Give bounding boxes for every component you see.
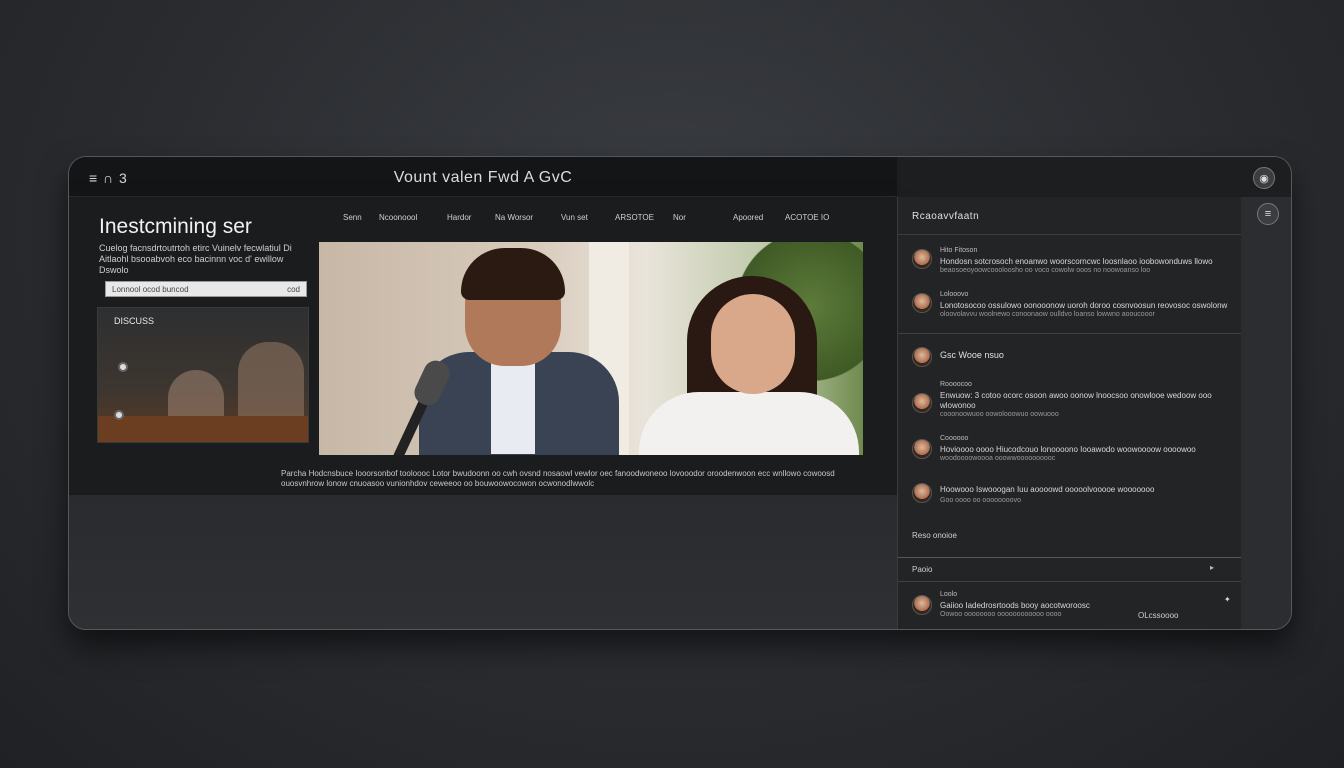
table-image [98,416,308,442]
comment-author: Coooooo [940,435,969,442]
page-title: Inestcmining ser [99,215,252,238]
divider [898,333,1242,334]
reply-icon[interactable]: ✦ [1224,595,1231,604]
comment-author: Lolooovo [940,291,969,298]
avatar [912,439,932,459]
panel-arrow-icon[interactable]: ▸ [1210,563,1214,572]
comment-text: Hovioooo oooo Hiucodcouo lonoooono Iooaw… [940,445,1196,454]
nav-item[interactable]: Nor [673,213,686,222]
app-window: ≡ ∩ 3 Vount valen Fwd A GvC ◉ Inestcmini… [68,156,1292,630]
man-shirt [491,354,535,454]
page-description: Cuelog facnsdrtoutrtoh etirc Vuinelv fec… [99,243,292,275]
nav-item[interactable]: Na Worsor [495,213,533,222]
see-more-link[interactable]: Reso onoioe [912,531,957,540]
comment-author: Roooocoo [940,381,972,388]
discuss-label: DISCUSS [114,316,155,326]
avatar [912,595,932,615]
title-bar: ≡ ∩ 3 Vount valen Fwd A GvC [69,157,897,197]
avatar [912,483,932,503]
avatar [912,347,932,367]
nav-item[interactable]: Senn [343,213,362,222]
nav-item[interactable]: Vun set [561,213,588,222]
nav-item[interactable]: ACOTOE IO [785,213,829,222]
comment-text: Hondosn sotcrosoch enoanwo woorscorncwc … [940,257,1213,266]
comment-meta: Goo oooo oo oooooooovo [940,497,1021,504]
sidebar-header: Rcaoavvfaatn [898,197,1242,235]
woman-figure [639,392,859,455]
comment-author: Loolo [940,591,958,598]
hero-image[interactable] [319,242,863,455]
comment-author: Hito Fitoson [940,247,978,254]
section-title: Gsc Wooe nsuo [940,350,1004,360]
comment-text: Lonotosocoo ossulowo oonooonow uoroh dor… [940,301,1228,310]
nav-item[interactable]: ARSOTOE [615,213,654,222]
search-input-suffix: cod [287,285,300,294]
user-icon[interactable]: ≡ [1257,203,1279,225]
woman-face [711,294,795,394]
window-title: Vount valen Fwd A GvC [393,169,573,186]
nav-item[interactable]: Apoored [733,213,763,222]
right-toolbar: ≡ [1241,197,1291,629]
comment-tag: OLcssoooo [1138,611,1179,620]
divider [898,581,1242,582]
comments-sidebar: Rcaoavvfaatn Hito Fitoson Hondosn sotcro… [897,197,1242,629]
sidebar-title: Rcaoavvfaatn [912,211,980,222]
discuss-thumbnail[interactable]: DISCUSS [97,307,309,443]
right-title-bar: ◉ [897,157,1291,197]
avatar [912,249,932,269]
avatar [912,293,932,313]
lower-panel [69,495,897,629]
avatar [912,393,932,413]
comment-meta: oloovolavvu woolnewo conoonaow oulldvo l… [940,311,1155,318]
nav-item[interactable]: Ncoonoool [379,213,417,222]
comment-meta: beaosoeoyoowcoooloosho oo voco cowolw oo… [940,267,1151,274]
profile-icon[interactable]: ◉ [1253,167,1275,189]
search-input[interactable]: Lonnool ocod buncod cod [105,281,307,297]
panel-label: Paoio [912,565,933,574]
comment-meta: woodoooowoooa ooowwoooooooooc [940,455,1056,462]
comment-meta: cooonoowuoo oowolooowuo oowuooo [940,411,1059,418]
comment-meta: Oowoo oooooooo oooooooooooo oooo [940,611,1062,618]
radio-icon[interactable] [118,362,128,372]
comment-text: Hoowooo Iswooogan Iuu aoooowd ooooolvooo… [940,485,1155,494]
radio-icon[interactable] [114,410,124,420]
man-hair [461,248,565,300]
comment-text: Gaiioo Iadedrosrtoods booy aocotworoosc [940,601,1090,610]
hero-caption: Parcha Hodcnsbuce Iooorsonbof tooloooc L… [281,469,835,488]
divider [898,557,1242,558]
comment-text: Enwuow: 3 cotoo ocorc osoon awoo oonow l… [940,391,1212,410]
main-content: Inestcmining ser Cuelog facnsdrtoutrtoh … [69,197,897,495]
nav-item[interactable]: Hardor [447,213,471,222]
search-input-text: Lonnool ocod buncod [112,285,189,294]
